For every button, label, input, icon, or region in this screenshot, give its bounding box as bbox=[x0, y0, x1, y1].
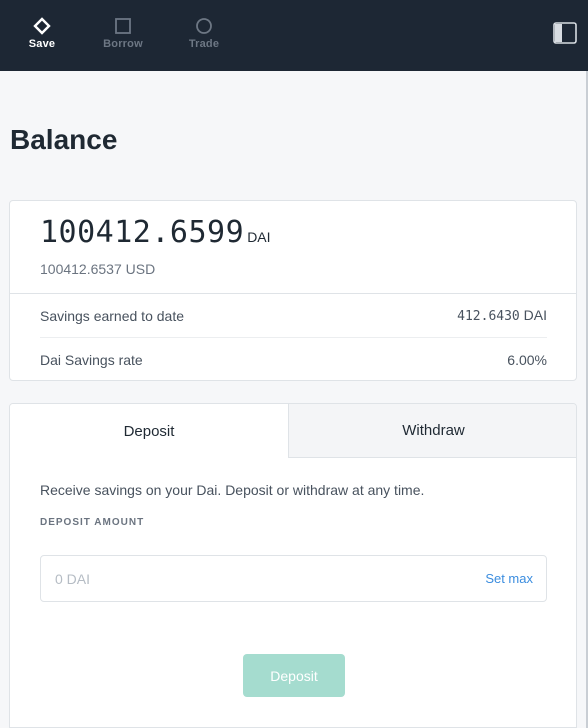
nav-save[interactable]: Save bbox=[12, 17, 72, 50]
balance-amount: 100412.6599 bbox=[40, 215, 245, 250]
nav-trade[interactable]: Trade bbox=[174, 17, 234, 50]
square-icon bbox=[115, 18, 131, 34]
tab-deposit[interactable]: Deposit bbox=[10, 404, 288, 458]
nav-trade-label: Trade bbox=[188, 38, 220, 50]
stat-label: Dai Savings rate bbox=[40, 351, 143, 368]
deposit-amount-input[interactable] bbox=[55, 556, 435, 601]
deposit-description: Receive savings on your Dai. Deposit or … bbox=[40, 482, 425, 498]
stat-savings-earned: Savings earned to date 412.6430 DAI bbox=[40, 294, 547, 337]
nav-borrow[interactable]: Borrow bbox=[93, 17, 153, 50]
page-title: Balance bbox=[10, 124, 118, 155]
balance-unit: DAI bbox=[247, 229, 271, 245]
balance-amount-row: 100412.6599 DAI bbox=[40, 215, 271, 250]
deposit-amount-label: DEPOSIT AMOUNT bbox=[40, 517, 145, 528]
nav-borrow-label: Borrow bbox=[103, 38, 143, 50]
stat-value: 412.6430 DAI bbox=[457, 307, 547, 324]
circle-icon bbox=[196, 18, 212, 34]
set-max-button[interactable]: Set max bbox=[485, 571, 533, 586]
balance-card: 100412.6599 DAI 100412.6537 USD Savings … bbox=[9, 200, 577, 381]
stat-label: Savings earned to date bbox=[40, 307, 184, 324]
top-nav: Save Borrow Trade bbox=[0, 0, 588, 71]
stat-value-unit: DAI bbox=[523, 307, 547, 323]
balance-usd: 100412.6537 USD bbox=[40, 261, 156, 277]
tab-withdraw[interactable]: Withdraw bbox=[288, 404, 576, 458]
deposit-button[interactable]: Deposit bbox=[243, 654, 345, 697]
diamond-icon bbox=[33, 17, 51, 35]
stat-value-number: 412.6430 bbox=[457, 309, 520, 324]
sidebar-toggle-icon[interactable] bbox=[553, 22, 577, 44]
stat-savings-rate: Dai Savings rate 6.00% bbox=[40, 338, 547, 381]
stat-value: 6.00% bbox=[507, 351, 547, 368]
deposit-withdraw-card: Deposit Withdraw Receive savings on your… bbox=[9, 403, 577, 728]
nav-save-label: Save bbox=[28, 38, 56, 50]
main-content: Balance 100412.6599 DAI 100412.6537 USD … bbox=[0, 71, 588, 728]
deposit-amount-field: Set max bbox=[40, 555, 547, 602]
